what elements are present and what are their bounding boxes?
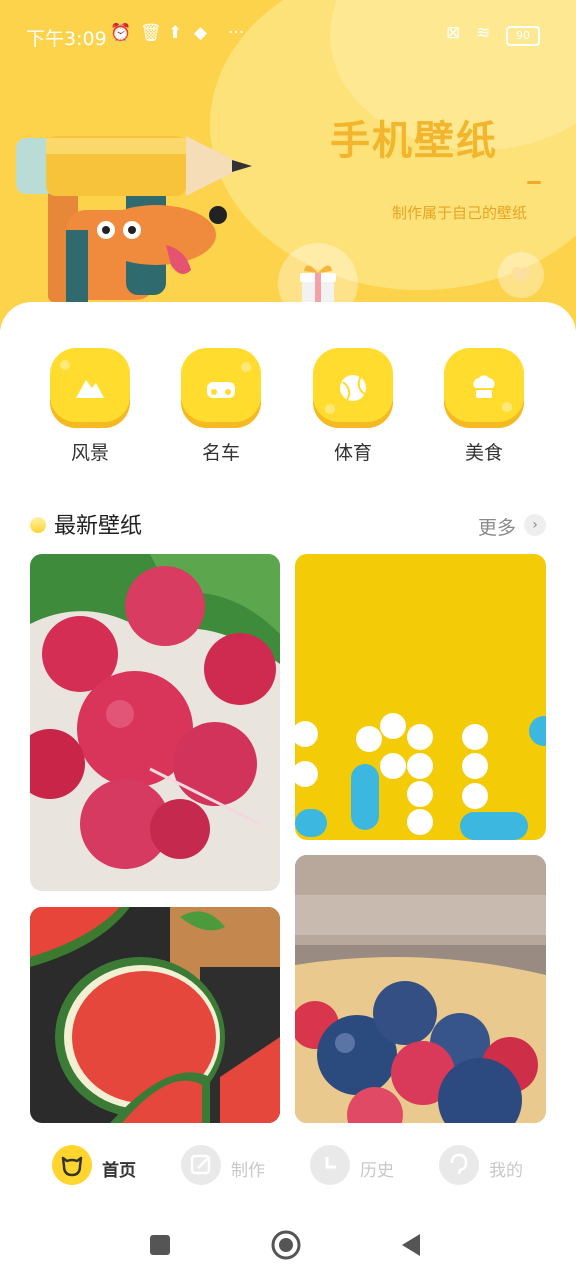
alarm-off-icon: ⏰: [110, 23, 132, 43]
watermelon-image: [30, 907, 280, 1123]
nav-label: 首页: [102, 1161, 136, 1181]
upload-icon: ⬆: [168, 23, 183, 43]
nav-label: 我的: [489, 1161, 523, 1181]
nav-label: 制作: [231, 1161, 265, 1181]
category-bubble: [181, 348, 261, 428]
profile-icon: [439, 1145, 479, 1185]
wallpaper-berries[interactable]: [295, 855, 546, 1123]
wallpaper-watermelon[interactable]: [30, 907, 280, 1123]
bear-icon: [52, 1145, 92, 1185]
status-bar: 下午3:09 ⏰ 🗑 ⬆ ◆ ··· ⊠ ≋ 90: [0, 0, 576, 70]
favorite-button[interactable]: [498, 252, 544, 298]
category-label: 名车: [201, 442, 240, 464]
category-label: 体育: [333, 442, 372, 464]
chef-hat-icon: [473, 375, 495, 398]
category-label: 美食: [464, 442, 503, 464]
radishes-image: [30, 554, 280, 869]
section-header: 最新壁纸 更多 ›: [30, 508, 546, 542]
nav-home[interactable]: 首页: [52, 1140, 152, 1190]
ball-icon: [340, 375, 366, 401]
trash-icon: 🗑: [140, 23, 162, 43]
nav-history[interactable]: 历史: [310, 1140, 410, 1190]
status-time: 下午3:09: [26, 28, 107, 50]
sim-icon: ⊠: [446, 23, 461, 43]
category-label: 风景: [70, 442, 109, 464]
hero-subtitle: 制作属于自己的壁纸: [392, 204, 528, 222]
section-dot-icon: [30, 517, 46, 533]
more-icon: ···: [228, 23, 245, 43]
title-dash: [527, 181, 541, 184]
app-icon: ◆: [194, 23, 208, 43]
wallpaper-radishes[interactable]: [30, 554, 280, 891]
section-title: 最新壁纸: [54, 514, 143, 539]
chevron-right-icon[interactable]: ›: [524, 514, 546, 536]
category-bubble: [313, 348, 393, 428]
nav-profile[interactable]: 我的: [439, 1140, 539, 1190]
wallpaper-pills[interactable]: [295, 554, 546, 840]
mountain-icon: [76, 380, 104, 398]
back-button: [402, 1234, 420, 1256]
hero-title: 手机壁纸: [330, 117, 498, 164]
clock-icon: [310, 1145, 350, 1185]
category-scenery[interactable]: 风景: [50, 348, 130, 465]
nav-label: 历史: [360, 1161, 394, 1181]
edit-icon: [181, 1145, 221, 1185]
bottom-nav: 首页 制作 历史 我的: [0, 1128, 576, 1208]
more-link[interactable]: 更多: [478, 513, 516, 540]
recents-button: [150, 1235, 170, 1255]
berries-image: [295, 855, 546, 1123]
car-icon: [207, 382, 235, 398]
system-nav-bar: [0, 1208, 576, 1280]
category-bubble: [444, 348, 524, 428]
heart-icon: [512, 266, 530, 283]
wifi-icon: ≋: [476, 23, 491, 43]
category-sports[interactable]: 体育: [313, 348, 393, 465]
category-bubble: [50, 348, 130, 428]
nav-create[interactable]: 制作: [181, 1140, 281, 1190]
battery-indicator: 90: [506, 26, 540, 46]
mascot-illustration: [16, 136, 252, 310]
category-food[interactable]: 美食: [444, 348, 524, 465]
pills-image: [295, 713, 546, 840]
category-cars[interactable]: 名车: [181, 348, 261, 465]
